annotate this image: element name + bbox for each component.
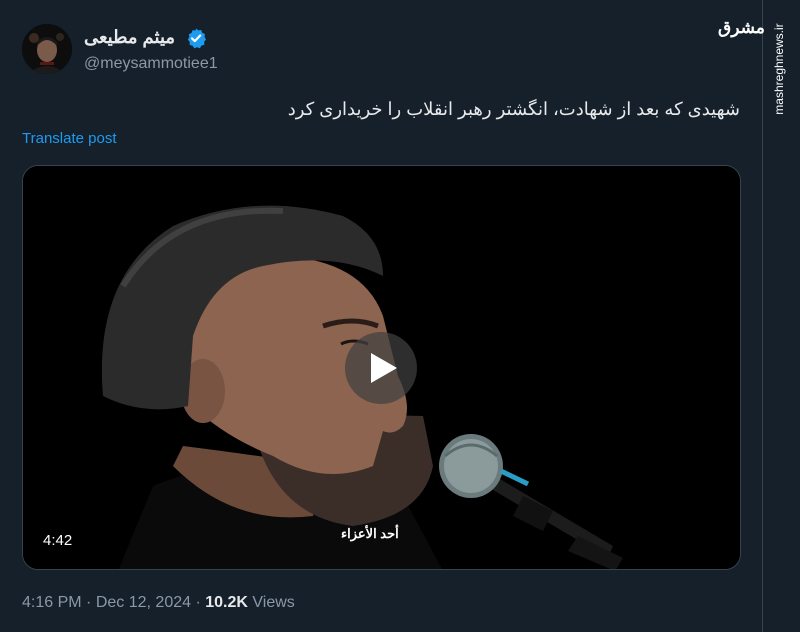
meta-separator: · <box>86 594 92 611</box>
views-count: 10.2K <box>205 594 248 611</box>
tweet-time[interactable]: 4:16 PM <box>22 594 82 611</box>
play-button[interactable] <box>345 332 417 404</box>
play-icon <box>371 353 397 383</box>
meta-separator: · <box>195 594 201 611</box>
tweet-text: شهیدی که بعد از شهادت، انگشتر رهبر انقلا… <box>287 99 740 119</box>
video-player[interactable]: 4:42 أحد الأعزاء <box>22 165 741 570</box>
watermark-site: mashreghnews.ir <box>771 14 787 124</box>
author-display-name[interactable]: میثم مطیعی <box>84 27 175 51</box>
translate-post-link[interactable]: Translate post <box>22 130 117 147</box>
verified-badge-icon <box>185 27 207 49</box>
tweet-date[interactable]: Dec 12, 2024 <box>96 594 191 611</box>
watermark-site-text: mashreghnews.ir <box>772 23 786 115</box>
watermark-logo: مشرق <box>718 18 765 37</box>
views-label: Views <box>252 594 295 611</box>
avatar[interactable] <box>22 24 72 74</box>
column-divider <box>762 0 763 632</box>
tweet-meta: 4:16 PM · Dec 12, 2024 · 10.2K Views <box>22 594 295 612</box>
tweet: میثم مطیعی @meysammotiee1 شهیدی که بعد ا… <box>0 0 762 632</box>
video-caption: أحد الأعزاء <box>341 526 399 541</box>
video-duration: 4:42 <box>43 532 73 549</box>
author-handle[interactable]: @meysammotiee1 <box>84 55 218 73</box>
